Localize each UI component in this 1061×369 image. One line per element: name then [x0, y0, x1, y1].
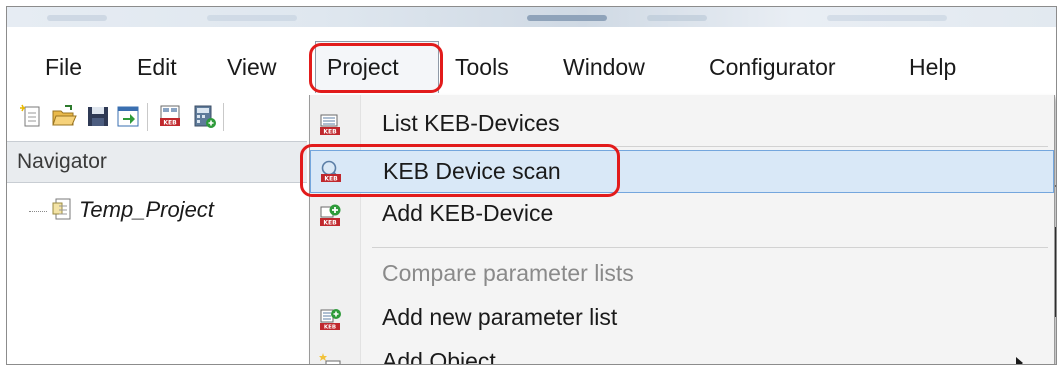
toolbar-separator — [223, 103, 224, 131]
project-dropdown-menu: KEB List KEB-Devices KEB KEB Device scan… — [309, 95, 1055, 364]
svg-text:KEB: KEB — [323, 220, 337, 227]
tree-connector — [29, 211, 47, 212]
calculator-icon[interactable] — [191, 103, 217, 129]
menu-item-compare-parameter-lists[interactable]: Compare parameter lists — [310, 255, 1054, 295]
menu-file[interactable]: File — [45, 51, 82, 83]
add-object-icon — [319, 353, 341, 364]
keb-list-icon: KEB — [320, 114, 340, 136]
project-menu-annotation — [309, 43, 443, 93]
menu-item-add-keb-device[interactable]: KEB Add KEB-Device — [310, 195, 1054, 235]
parameter-list-add-icon: KEB — [320, 309, 341, 331]
menu-item-list-keb-devices[interactable]: KEB List KEB-Devices — [310, 105, 1054, 145]
save-icon[interactable] — [85, 103, 111, 129]
toolbar-separator — [147, 103, 148, 131]
navigator-title: Navigator — [17, 150, 107, 173]
svg-text:KEB: KEB — [323, 129, 337, 136]
keb-device-icon[interactable]: KEB — [157, 103, 183, 129]
menu-window[interactable]: Window — [563, 51, 645, 83]
navigator-header: Navigator — [7, 141, 307, 183]
project-file-icon — [52, 198, 71, 220]
application-window: I S File Edit View Project Tools Window … — [6, 6, 1057, 365]
submenu-arrow-icon — [1016, 357, 1023, 364]
menu-configurator[interactable]: Configurator — [709, 51, 836, 83]
menu-separator — [372, 247, 1048, 248]
import-icon[interactable] — [115, 103, 141, 129]
menu-edit[interactable]: Edit — [137, 51, 177, 83]
menu-item-add-object[interactable]: Add Object — [310, 343, 1054, 364]
toolbar: KEB — [7, 95, 307, 141]
menu-help[interactable]: Help — [909, 51, 956, 83]
svg-text:KEB: KEB — [324, 325, 336, 331]
menu-tools[interactable]: Tools — [455, 51, 509, 83]
open-folder-icon[interactable] — [51, 103, 77, 129]
keb-add-icon: KEB — [320, 204, 341, 227]
new-file-icon[interactable] — [19, 103, 45, 129]
title-bar — [7, 7, 1056, 27]
navigator-tree: Temp_Project — [7, 183, 307, 364]
menu-bar: File Edit View Project Tools Window Conf… — [7, 39, 1056, 95]
tree-item-label: Temp_Project — [79, 197, 214, 222]
svg-text:KEB: KEB — [163, 120, 177, 127]
scan-item-annotation — [300, 144, 620, 197]
menu-view[interactable]: View — [227, 51, 276, 83]
menu-item-add-new-parameter-list[interactable]: KEB Add new parameter list — [310, 299, 1054, 339]
